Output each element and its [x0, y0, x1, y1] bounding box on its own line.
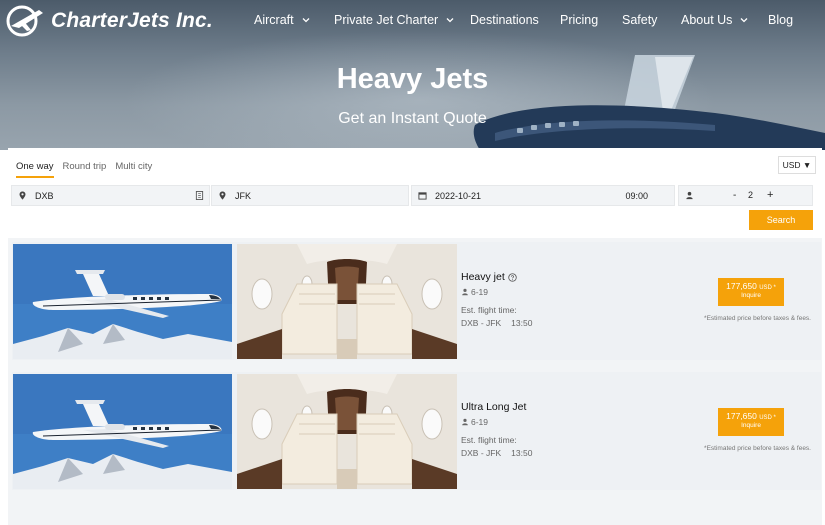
menu-safety[interactable]: Safety — [622, 13, 657, 27]
menu-blog[interactable]: Blog — [768, 13, 793, 27]
chevron-down-icon — [446, 18, 454, 23]
search-button[interactable]: Search — [749, 210, 813, 230]
price-value: 177,650 — [726, 281, 757, 291]
location-pin-icon — [219, 191, 226, 200]
route-info: DXB - JFK 13:50 — [461, 318, 542, 328]
route-text: DXB - JFK — [461, 448, 502, 458]
passenger-field[interactable]: - 2 + — [678, 185, 813, 206]
to-field[interactable]: JFK — [211, 185, 409, 206]
pax-range: 6-19 — [471, 417, 489, 427]
inquire-label: Inquire — [741, 292, 761, 299]
tab-round-trip[interactable]: Round trip — [63, 161, 107, 178]
trip-type-tabs: One way Round trip Multi city — [16, 161, 161, 178]
menu-label: About Us — [681, 13, 733, 27]
flight-time-label: Est. flight time: — [461, 305, 517, 315]
chevron-down-icon — [302, 18, 310, 23]
main-menu: Aircraft Private Jet Charter Destination… — [0, 13, 825, 31]
passenger-capacity: 6-19 — [461, 417, 488, 427]
menu-aircraft[interactable]: Aircraft — [254, 13, 311, 27]
search-panel: One way Round trip Multi city USD ▼ DXB … — [8, 148, 822, 238]
duration-text: 13:50 — [511, 448, 533, 458]
tab-one-way[interactable]: One way — [16, 161, 54, 178]
page-title: Heavy Jets — [336, 63, 489, 95]
to-value: JFK — [235, 190, 252, 201]
price-disclaimer: *Estimated price before taxes & fees. — [704, 445, 811, 452]
result-card: Heavy jet 6-19 Est. flight time: DXB - J… — [12, 242, 821, 360]
result-card: Ultra Long Jet 6-19 Est. flight time: DX… — [12, 372, 821, 490]
jet-interior-image — [237, 244, 457, 359]
menu-destinations[interactable]: Destinations — [470, 13, 539, 27]
menu-label: Private Jet Charter — [334, 13, 439, 27]
passenger-increment-button[interactable]: + — [767, 189, 773, 201]
inquire-price-button[interactable]: 177,650 USD * Inquire — [718, 408, 784, 436]
inquire-label: Inquire — [741, 422, 761, 429]
person-icon — [462, 418, 468, 426]
menu-label: Pricing — [560, 13, 599, 27]
price-disclaimer: *Estimated price before taxes & fees. — [704, 315, 811, 322]
chevron-down-icon — [740, 18, 748, 23]
hero-banner: CharterJets Inc. Aircraft Private Jet Ch… — [0, 0, 825, 150]
menu-pricing[interactable]: Pricing — [560, 13, 598, 27]
jet-name-text: Ultra Long Jet — [461, 401, 527, 413]
jet-interior-image — [237, 374, 457, 489]
menu-label: Safety — [622, 13, 658, 27]
from-value: DXB — [35, 190, 54, 201]
price-line: 177,650 USD * — [718, 281, 784, 291]
calendar-icon — [418, 192, 427, 200]
jet-category-name: Heavy jet — [461, 271, 517, 283]
jet-category-name: Ultra Long Jet — [461, 401, 526, 413]
pax-range: 6-19 — [471, 287, 489, 297]
from-field[interactable]: DXB — [11, 185, 210, 206]
location-pin-icon — [19, 191, 26, 200]
swap-icon[interactable] — [195, 191, 204, 200]
passenger-capacity: 6-19 — [461, 287, 488, 297]
menu-private-jet-charter[interactable]: Private Jet Charter — [334, 13, 455, 27]
price-line: 177,650 USD * — [718, 411, 784, 421]
price-currency: USD * — [759, 285, 776, 291]
page-subtitle: Get an Instant Quote — [338, 110, 487, 127]
jet-exterior-image — [13, 374, 232, 489]
inquire-price-button[interactable]: 177,650 USD * Inquire — [718, 278, 784, 306]
top-nav: CharterJets Inc. Aircraft Private Jet Ch… — [0, 0, 825, 42]
duration-text: 13:50 — [511, 318, 533, 328]
passenger-decrement-button[interactable]: - — [733, 190, 736, 201]
menu-label: Aircraft — [254, 13, 294, 27]
tab-multi-city[interactable]: Multi city — [115, 161, 152, 178]
time-value: 09:00 — [625, 190, 648, 201]
route-text: DXB - JFK — [461, 318, 502, 328]
menu-label: Blog — [768, 13, 794, 27]
jet-name-text: Heavy jet — [461, 271, 505, 283]
person-icon — [686, 191, 693, 200]
price-value: 177,650 — [726, 411, 757, 421]
price-currency: USD * — [759, 415, 776, 421]
person-icon — [462, 288, 468, 296]
menu-about-us[interactable]: About Us — [681, 13, 749, 27]
jet-exterior-image — [13, 244, 232, 359]
route-info: DXB - JFK 13:50 — [461, 448, 542, 458]
date-value: 2022-10-21 — [435, 190, 482, 201]
currency-select[interactable]: USD ▼ — [778, 156, 816, 174]
flight-time-label: Est. flight time: — [461, 435, 517, 445]
date-time-field[interactable]: 2022-10-21 09:00 — [411, 185, 675, 206]
info-icon[interactable] — [508, 272, 517, 282]
passenger-count: 2 — [748, 190, 754, 200]
menu-label: Destinations — [470, 13, 539, 27]
